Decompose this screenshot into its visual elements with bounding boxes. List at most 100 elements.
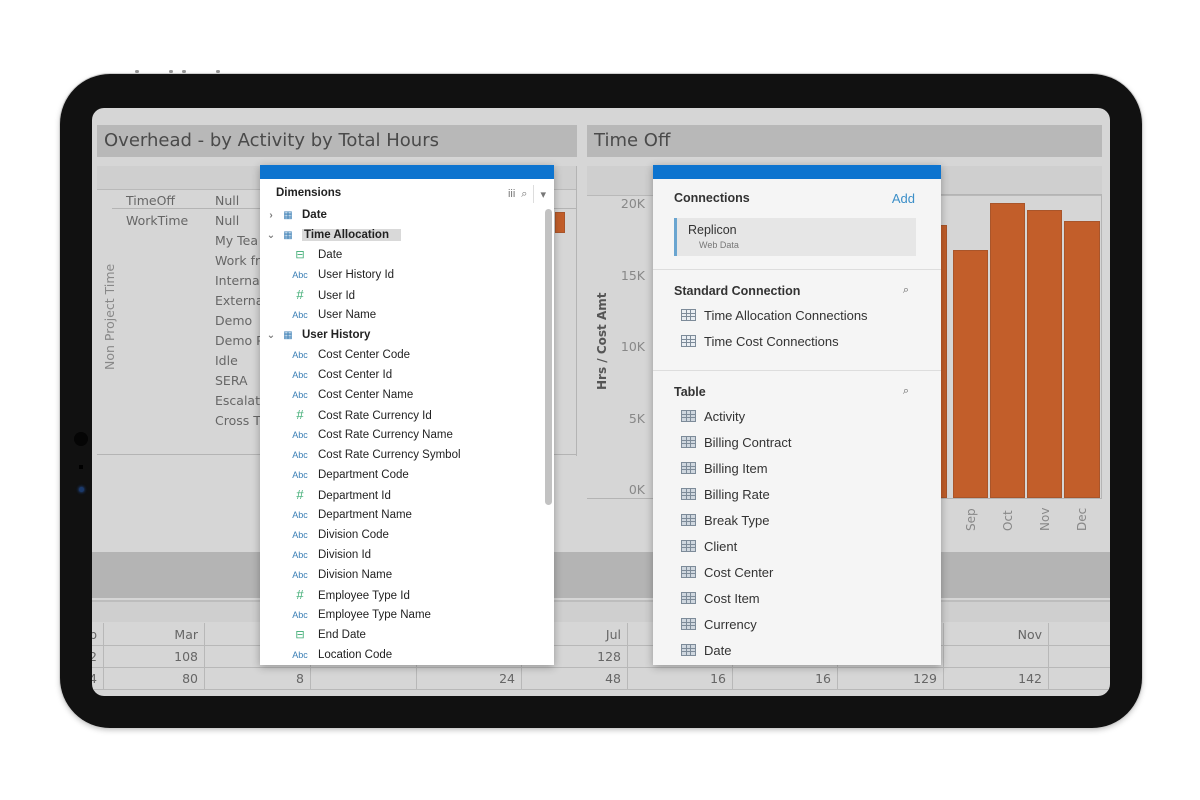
- table-item[interactable]: Cost Item: [681, 589, 760, 609]
- dimension-field[interactable]: # Department Id: [290, 485, 391, 505]
- search-icon[interactable]: ⌕: [521, 188, 527, 201]
- table-item[interactable]: Activity: [681, 407, 745, 427]
- chevron-down-icon[interactable]: ⌄: [264, 326, 278, 346]
- bar-sep[interactable]: [953, 249, 988, 498]
- x-tick-label: Sep: [964, 508, 978, 531]
- x-tick-label: Oct: [1001, 510, 1015, 531]
- connection-name: Replicon: [688, 223, 737, 237]
- field-label: Date: [318, 249, 343, 261]
- field-label: Cost Rate Currency Symbol: [318, 449, 461, 461]
- bar-oct[interactable]: [990, 202, 1025, 498]
- scrollbar-thumb[interactable]: [545, 209, 552, 505]
- table-item[interactable]: Billing Item: [681, 459, 768, 479]
- table-icon: ▦: [283, 330, 293, 341]
- y-tick-label: 20K: [620, 196, 645, 211]
- add-connection-link[interactable]: Add: [892, 191, 915, 206]
- dimension-field[interactable]: Abc Location Code: [290, 645, 392, 665]
- divider: [587, 498, 657, 499]
- string-type-icon: Abc: [292, 390, 308, 400]
- chevron-right-icon[interactable]: ›: [264, 206, 278, 226]
- search-icon[interactable]: ⌕: [903, 385, 909, 398]
- table-cell: [1049, 667, 1110, 690]
- chevron-down-icon[interactable]: ⌄: [264, 226, 278, 246]
- dimension-field[interactable]: Abc Division Name: [290, 565, 392, 585]
- standard-connection-item[interactable]: Time Allocation Connections: [681, 306, 868, 326]
- columns-view-icon[interactable]: iii: [508, 188, 515, 200]
- dimension-field[interactable]: ⊟ End Date: [290, 625, 366, 645]
- dimension-field[interactable]: Abc Cost Center Code: [290, 345, 410, 365]
- activity-name-label: Null: [215, 193, 240, 208]
- panel-title-bar[interactable]: [653, 165, 941, 179]
- field-label: Cost Center Name: [318, 389, 414, 401]
- bar-nov[interactable]: [1027, 209, 1062, 498]
- dimension-field[interactable]: Abc Department Code: [290, 465, 409, 485]
- string-type-icon: Abc: [292, 270, 308, 280]
- string-type-icon: Abc: [292, 530, 308, 540]
- table-icon: [681, 644, 696, 656]
- number-type-icon: #: [296, 287, 304, 302]
- y-tick-label: 5K: [628, 410, 645, 426]
- divider: [937, 498, 1102, 499]
- item-label: Break Type: [704, 513, 770, 528]
- table-item[interactable]: Billing Contract: [681, 433, 791, 453]
- item-label: Billing Item: [704, 461, 768, 476]
- dimension-field[interactable]: Abc Department Name: [290, 505, 412, 525]
- x-tick-label: Dec: [1075, 507, 1089, 531]
- search-icon[interactable]: ⌕: [903, 284, 909, 297]
- table-item[interactable]: Break Type: [681, 511, 770, 531]
- field-label: Cost Center Code: [318, 349, 411, 361]
- table-item[interactable]: Billing Rate: [681, 485, 770, 505]
- y-tick-label: 0K: [628, 482, 645, 497]
- dimension-folder[interactable]: ⌄ ▦ User History: [264, 325, 371, 346]
- dimension-field[interactable]: Abc Cost Center Name: [290, 385, 413, 405]
- table-item[interactable]: Currency: [681, 615, 757, 635]
- dimension-field[interactable]: Abc Cost Rate Currency Name: [290, 425, 453, 445]
- activity-name-label: Idle: [215, 353, 238, 368]
- item-label: Client: [704, 539, 738, 554]
- table-icon: ▦: [283, 210, 293, 221]
- item-label: Currency: [704, 617, 757, 632]
- dimension-field[interactable]: Abc Cost Rate Currency Symbol: [290, 445, 461, 465]
- dimension-field[interactable]: # Employee Type Id: [290, 585, 410, 605]
- table-header-strip: [92, 600, 1110, 622]
- dimension-field[interactable]: Abc Division Code: [290, 525, 389, 545]
- dimension-field[interactable]: # User Id: [290, 285, 355, 305]
- activity-name-label: Demo P: [215, 333, 264, 348]
- string-type-icon: Abc: [292, 650, 308, 660]
- dimension-field[interactable]: # Cost Rate Currency Id: [290, 405, 431, 425]
- bar-dec[interactable]: [1064, 221, 1100, 498]
- panel-title-bar[interactable]: [260, 165, 554, 179]
- table-item[interactable]: Cost Center: [681, 563, 773, 583]
- table-icon: [681, 410, 696, 422]
- dimension-folder[interactable]: ⌄ ▦ Time Allocation: [264, 225, 401, 245]
- dimension-folder[interactable]: › ▦ Date: [264, 205, 327, 225]
- dimension-field[interactable]: Abc Cost Center Id: [290, 365, 392, 385]
- connection-item-replicon[interactable]: Replicon Web Data: [674, 218, 916, 256]
- table-icon: [681, 309, 696, 321]
- table-item[interactable]: Date: [681, 641, 731, 661]
- divider: [653, 370, 941, 371]
- field-label: Cost Center Id: [318, 369, 393, 381]
- item-label: Billing Contract: [704, 435, 792, 450]
- activity-type-label: TimeOff: [126, 193, 176, 208]
- divider: [653, 269, 941, 270]
- folder-label: User History: [302, 329, 371, 341]
- dimension-field[interactable]: Abc User History Id: [290, 265, 394, 285]
- calendar-icon: ⊟: [295, 629, 305, 641]
- field-label: Employee Type Id: [318, 590, 410, 602]
- dropdown-menu-icon[interactable]: ▾: [540, 188, 546, 201]
- dimension-field[interactable]: ⊟ Date: [290, 245, 342, 265]
- dimension-field[interactable]: Abc Employee Type Name: [290, 605, 431, 625]
- indicator-light-icon: [79, 487, 84, 492]
- table-header-cell: [1049, 623, 1110, 646]
- field-label: Division Name: [318, 569, 393, 581]
- table-icon: [681, 540, 696, 552]
- dashboard-screen: Overhead - by Activity by Total Hours No…: [92, 108, 1110, 696]
- field-label: Department Name: [318, 509, 412, 521]
- activity-name-label: Interna: [215, 273, 260, 288]
- left-panel-title: Overhead - by Activity by Total Hours: [97, 125, 577, 157]
- table-item[interactable]: Client: [681, 537, 737, 557]
- dimension-field[interactable]: Abc Division Id: [290, 545, 371, 565]
- dimension-field[interactable]: Abc User Name: [290, 305, 376, 325]
- standard-connection-item[interactable]: Time Cost Connections: [681, 332, 839, 352]
